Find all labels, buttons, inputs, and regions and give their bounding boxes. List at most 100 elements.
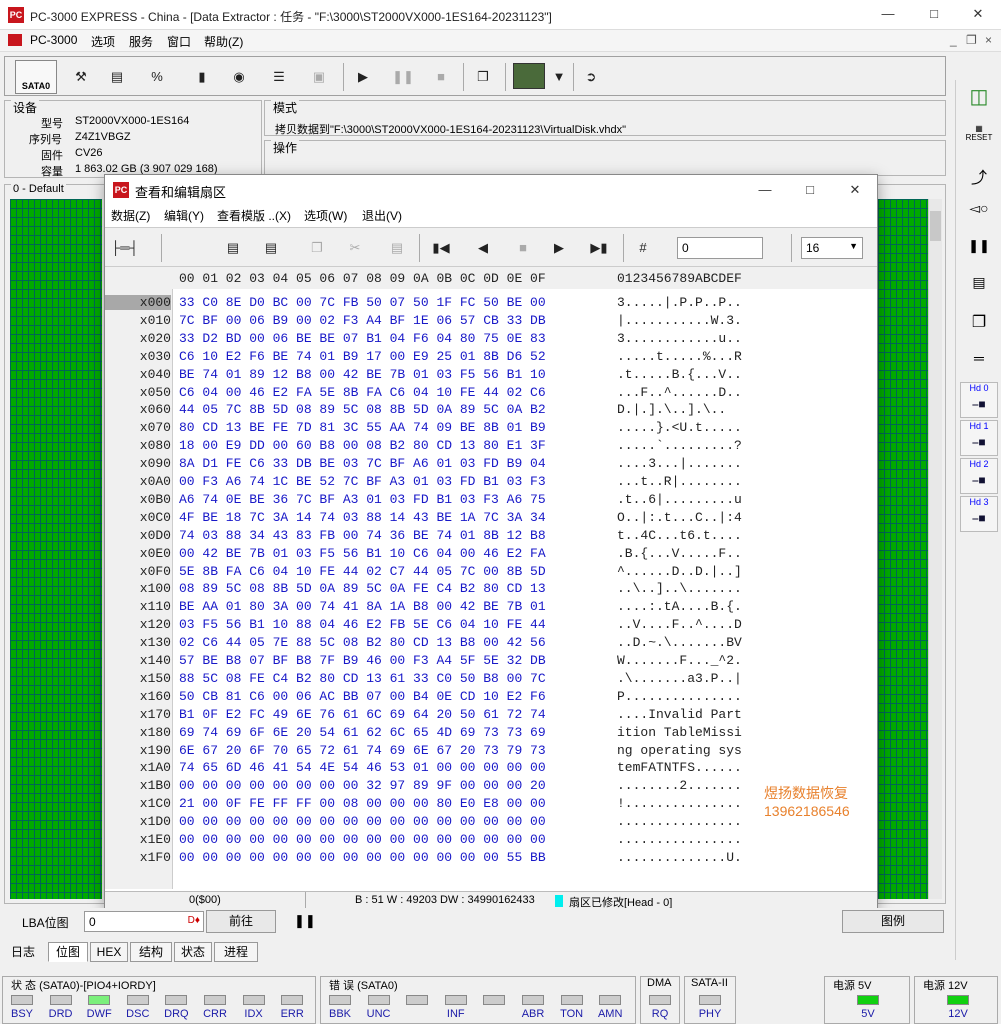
row-hex[interactable]: 02 C6 44 05 7E 88 5C 08 B2 80 CD 13 B8 0…: [179, 635, 546, 650]
menu-window[interactable]: 窗口: [167, 33, 191, 50]
table-row[interactable]: x0F0 5E 8B FA C6 04 10 FE 44 02 C7 44 05 …: [105, 564, 877, 581]
table-row[interactable]: x180 69 74 69 6F 6E 20 54 61 62 6C 65 4D …: [105, 725, 877, 742]
goto-button[interactable]: 前往: [206, 910, 276, 933]
disk-settings-icon[interactable]: ▣: [307, 65, 331, 89]
table-row[interactable]: x000 33 C0 8E D0 BC 00 7C FB 50 07 50 1F …: [105, 295, 877, 312]
row-hex[interactable]: 4F BE 18 7C 3A 14 74 03 88 14 43 BE 1A 7…: [179, 510, 546, 525]
table-row[interactable]: x1E0 00 00 00 00 00 00 00 00 00 00 00 00 …: [105, 832, 877, 849]
dialog-menu-options[interactable]: 选项(W): [304, 207, 347, 224]
table-row[interactable]: x0C0 4F BE 18 7C 3A 14 74 03 88 14 43 BE …: [105, 510, 877, 527]
table-row[interactable]: x070 80 CD 13 BE FE 7D 81 3C 55 AA 74 09 …: [105, 420, 877, 437]
tab-log[interactable]: 日志: [4, 942, 42, 962]
table-row[interactable]: x1D0 00 00 00 00 00 00 00 00 00 00 00 00 …: [105, 814, 877, 831]
dialog-maximize-icon[interactable]: □: [802, 182, 818, 197]
prev-sector-icon[interactable]: ◀: [471, 236, 495, 260]
dialog-close-icon[interactable]: ✕: [847, 182, 863, 198]
stop-icon[interactable]: ■: [429, 65, 453, 89]
first-sector-icon[interactable]: ▮◀: [429, 236, 453, 260]
row-ascii[interactable]: ................: [617, 832, 742, 847]
columns-select[interactable]: 16 ▼: [801, 237, 863, 259]
row-ascii[interactable]: .B.{...V.....F..: [617, 546, 742, 561]
row-ascii[interactable]: ....Invalid Part: [617, 707, 742, 722]
power-graph-icon[interactable]: ⤴: [956, 164, 1001, 188]
tab-process[interactable]: 进程: [214, 942, 258, 962]
table-row[interactable]: x050 C6 04 00 46 E2 FA 5E 8B FA C6 04 10 …: [105, 385, 877, 402]
row-hex[interactable]: BE AA 01 80 3A 00 74 41 8A 1A B8 00 42 B…: [179, 599, 546, 614]
offset-input[interactable]: 0: [677, 237, 763, 259]
ruler-icon[interactable]: ◅○: [956, 200, 1001, 217]
row-hex[interactable]: C6 10 E2 F6 BE 74 01 B9 17 00 E9 25 01 8…: [179, 349, 546, 364]
lba-bitmap-right[interactable]: [878, 199, 928, 899]
close-icon[interactable]: ✕: [970, 6, 986, 22]
cut-icon[interactable]: ✂: [343, 236, 367, 260]
row-ascii[interactable]: |...........W.3.: [617, 313, 742, 328]
table-row[interactable]: x190 6E 67 20 6F 70 65 72 61 74 69 6E 67 …: [105, 743, 877, 760]
reset-icon[interactable]: ▦ RESET: [956, 124, 1001, 142]
mdi-minimize-icon[interactable]: _: [950, 33, 957, 47]
row-ascii[interactable]: .....`.........?: [617, 438, 742, 453]
connector-icon[interactable]: ├═┤: [111, 236, 139, 260]
table-row[interactable]: x120 03 F5 56 B1 10 88 04 46 E2 FB 5E C6 …: [105, 617, 877, 634]
row-ascii[interactable]: ..............U.: [617, 850, 742, 865]
connector-icon[interactable]: ═: [956, 350, 1001, 366]
row-ascii[interactable]: P...............: [617, 689, 742, 704]
row-hex[interactable]: 00 00 00 00 00 00 00 00 00 00 00 00 00 0…: [179, 814, 546, 829]
play-icon[interactable]: ▶: [351, 65, 375, 89]
screen-capture-icon[interactable]: [513, 63, 545, 89]
copy-icon[interactable]: ❐: [305, 236, 329, 260]
minimize-icon[interactable]: —: [880, 6, 896, 21]
legend-button[interactable]: 图例: [842, 910, 944, 933]
row-hex[interactable]: BE 74 01 89 12 B8 00 42 BE 7B 01 03 F5 5…: [179, 367, 546, 382]
database-icon[interactable]: ◫: [956, 84, 1001, 109]
row-ascii[interactable]: ..D.~.\.......BV: [617, 635, 742, 650]
row-ascii[interactable]: ..V....F..^....D: [617, 617, 742, 632]
tab-status[interactable]: 状态: [174, 942, 212, 962]
row-hex[interactable]: 69 74 69 6F 6E 20 54 61 62 6C 65 4D 69 7…: [179, 725, 546, 740]
row-hex[interactable]: 00 00 00 00 00 00 00 00 00 00 00 00 00 0…: [179, 850, 546, 865]
row-ascii[interactable]: .t.....B.{...V..: [617, 367, 742, 382]
row-hex[interactable]: 7C BF 00 06 B9 00 02 F3 A4 BF 1E 06 57 C…: [179, 313, 546, 328]
paste-icon[interactable]: ▤: [385, 236, 409, 260]
dialog-minimize-icon[interactable]: —: [757, 182, 773, 197]
table-row[interactable]: x0B0 A6 74 0E BE 36 7C BF A3 01 03 FD B1 …: [105, 492, 877, 509]
windows-icon[interactable]: ❐: [471, 65, 495, 89]
mdi-close-icon[interactable]: ×: [985, 33, 992, 47]
lba-input[interactable]: 0 D♦: [84, 911, 204, 932]
row-ascii[interactable]: .....}.<U.t.....: [617, 420, 742, 435]
row-hex[interactable]: 08 89 5C 08 8B 5D 0A 89 5C 0A FE C4 B2 8…: [179, 581, 546, 596]
row-ascii[interactable]: ....3...|.......: [617, 456, 742, 471]
table-row[interactable]: x030 C6 10 E2 F6 BE 74 01 B9 17 00 E9 25 …: [105, 349, 877, 366]
head-1-button[interactable]: Hd 1 ⎯■: [960, 420, 998, 456]
tab-structure[interactable]: 结构: [130, 942, 172, 962]
table-row[interactable]: x160 50 CB 81 C6 00 06 AC BB 07 00 B4 0E …: [105, 689, 877, 706]
row-ascii[interactable]: ...F..^......D..: [617, 385, 742, 400]
disk-stack-icon[interactable]: ☰: [267, 65, 291, 89]
row-hex[interactable]: 03 F5 56 B1 10 88 04 46 E2 FB 5E C6 04 1…: [179, 617, 546, 632]
row-hex[interactable]: 8A D1 FE C6 33 DB BE 03 7C BF A6 01 03 F…: [179, 456, 546, 471]
goto-offset-icon[interactable]: #: [631, 236, 655, 260]
row-hex[interactable]: 74 65 6D 46 41 54 4E 54 46 53 01 00 00 0…: [179, 760, 546, 775]
percent-icon[interactable]: %: [145, 65, 169, 89]
row-ascii[interactable]: .....t.....%...R: [617, 349, 742, 364]
table-row[interactable]: x040 BE 74 01 89 12 B8 00 42 BE 7B 01 03 …: [105, 367, 877, 384]
table-row[interactable]: x170 B1 0F E2 FC 49 6E 76 61 6C 69 64 20 …: [105, 707, 877, 724]
row-ascii[interactable]: D.|.].\..].\..: [617, 402, 726, 417]
row-ascii[interactable]: ...t..R|........: [617, 474, 742, 489]
row-hex[interactable]: 6E 67 20 6F 70 65 72 61 74 69 6E 67 20 7…: [179, 743, 546, 758]
exit-icon[interactable]: ➲: [579, 65, 603, 89]
row-ascii[interactable]: 3............u..: [617, 331, 742, 346]
row-hex[interactable]: 57 BE B8 07 BF B8 7F B9 46 00 F3 A4 5F 5…: [179, 653, 546, 668]
table-row[interactable]: x080 18 00 E9 DD 00 60 B8 00 08 B2 80 CD …: [105, 438, 877, 455]
table-row[interactable]: x090 8A D1 FE C6 33 DB BE 03 7C BF A6 01 …: [105, 456, 877, 473]
row-ascii[interactable]: .\.......a3.P..|: [617, 671, 742, 686]
row-hex[interactable]: 21 00 0F FE FF FF 00 08 00 00 00 80 E0 E…: [179, 796, 546, 811]
pause-right-icon[interactable]: ❚❚: [956, 238, 1001, 254]
menu-help[interactable]: 帮助(Z): [204, 33, 243, 50]
row-ascii[interactable]: ................: [617, 814, 742, 829]
table-row[interactable]: x0D0 74 03 88 34 43 83 FB 00 74 36 BE 74 …: [105, 528, 877, 545]
row-ascii[interactable]: temFATNTFS......: [617, 760, 742, 775]
stop-icon[interactable]: ■: [511, 236, 535, 260]
dialog-menu-data[interactable]: 数据(Z): [111, 207, 150, 224]
row-ascii[interactable]: 3.....|.P.P..P..: [617, 295, 742, 310]
table-row[interactable]: x010 7C BF 00 06 B9 00 02 F3 A4 BF 1E 06 …: [105, 313, 877, 330]
